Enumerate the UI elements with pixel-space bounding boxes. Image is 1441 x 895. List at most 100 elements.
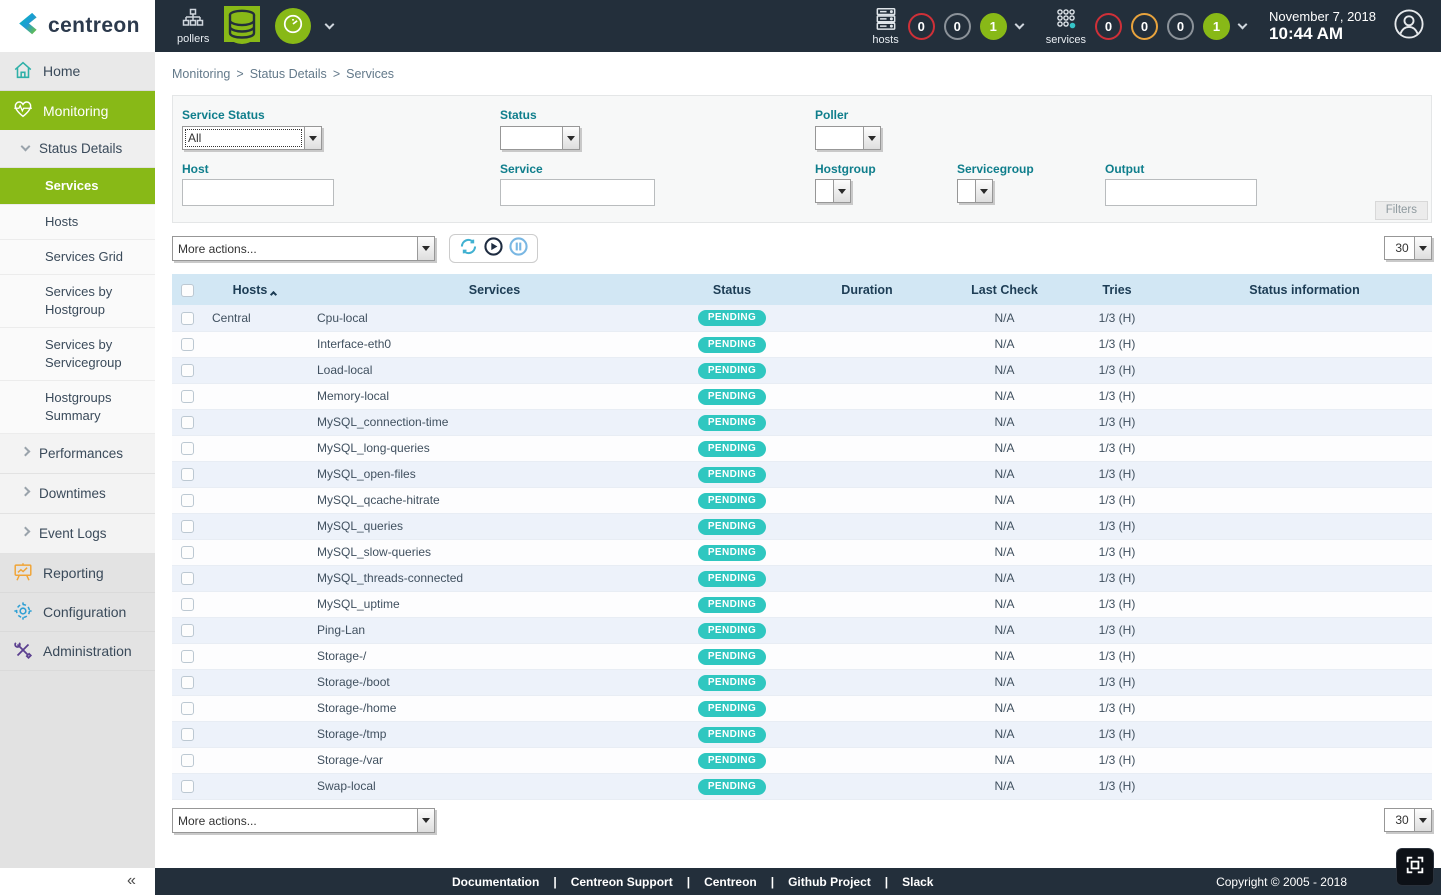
service-name-cell[interactable]: Memory-local: [307, 383, 682, 409]
header-hosts[interactable]: Hosts: [202, 274, 307, 305]
sidebar-item-reporting[interactable]: Reporting: [0, 554, 155, 593]
footer-link[interactable]: Slack: [902, 875, 933, 889]
breadcrumb-item[interactable]: Services: [346, 67, 394, 81]
service-name-cell[interactable]: Cpu-local: [307, 305, 682, 331]
row-checkbox[interactable]: [181, 520, 194, 533]
row-checkbox[interactable]: [181, 676, 194, 689]
row-checkbox[interactable]: [181, 702, 194, 715]
host-name-cell[interactable]: [202, 357, 307, 383]
sidebar-item-monitoring[interactable]: Monitoring: [0, 91, 155, 130]
service-name-cell[interactable]: Ping-Lan: [307, 617, 682, 643]
service-name-cell[interactable]: MySQL_long-queries: [307, 435, 682, 461]
footer-link[interactable]: Centreon: [704, 875, 757, 889]
row-checkbox[interactable]: [181, 494, 194, 507]
service-name-cell[interactable]: Storage-/var: [307, 747, 682, 773]
header-status[interactable]: Status: [682, 274, 782, 305]
services-counter-green[interactable]: 1: [1203, 13, 1230, 40]
sidebar-item-hosts[interactable]: Hosts: [0, 205, 155, 240]
row-checkbox[interactable]: [181, 780, 194, 793]
service-input[interactable]: [500, 179, 655, 206]
row-checkbox[interactable]: [181, 416, 194, 429]
service-name-cell[interactable]: MySQL_uptime: [307, 591, 682, 617]
sidebar-item-services-by-servicegroup[interactable]: Services by Servicegroup: [0, 328, 155, 381]
services-counter-red[interactable]: 0: [1095, 13, 1122, 40]
service-name-cell[interactable]: Interface-eth0: [307, 331, 682, 357]
row-checkbox[interactable]: [181, 598, 194, 611]
services-counter-orange[interactable]: 0: [1131, 13, 1158, 40]
host-name-cell[interactable]: [202, 435, 307, 461]
page-size-select-bottom[interactable]: 30: [1384, 808, 1432, 832]
sidebar-item-performances[interactable]: Performances: [0, 434, 155, 474]
breadcrumb-item[interactable]: Status Details: [250, 67, 327, 81]
centreon-logo[interactable]: centreon: [0, 0, 155, 52]
breadcrumb-item[interactable]: Monitoring: [172, 67, 230, 81]
pause-icon[interactable]: [508, 236, 529, 262]
row-checkbox[interactable]: [181, 390, 194, 403]
header-duration[interactable]: Duration: [782, 274, 952, 305]
user-avatar[interactable]: [1393, 8, 1425, 45]
poller-gauge-button[interactable]: [275, 8, 311, 44]
host-name-cell[interactable]: [202, 539, 307, 565]
footer-link[interactable]: Github Project: [788, 875, 871, 889]
row-checkbox[interactable]: [181, 728, 194, 741]
service-name-cell[interactable]: Swap-local: [307, 773, 682, 799]
service-name-cell[interactable]: MySQL_connection-time: [307, 409, 682, 435]
host-name-cell[interactable]: [202, 565, 307, 591]
header-status-information[interactable]: Status information: [1177, 274, 1432, 305]
service-name-cell[interactable]: Storage-/home: [307, 695, 682, 721]
services-menu[interactable]: services: [1046, 7, 1086, 46]
servicegroup-select[interactable]: [957, 179, 993, 203]
sidebar-item-status-details[interactable]: Status Details: [0, 130, 155, 168]
sidebar-item-event-logs[interactable]: Event Logs: [0, 514, 155, 554]
row-checkbox[interactable]: [181, 624, 194, 637]
header-services[interactable]: Services: [307, 274, 682, 305]
pollers-menu[interactable]: pollers: [177, 8, 209, 45]
service-name-cell[interactable]: Storage-/boot: [307, 669, 682, 695]
more-actions-select-bottom[interactable]: More actions...: [172, 808, 435, 833]
sidebar-item-home[interactable]: Home: [0, 52, 155, 91]
row-checkbox[interactable]: [181, 312, 194, 325]
host-name-cell[interactable]: [202, 695, 307, 721]
row-checkbox[interactable]: [181, 468, 194, 481]
service-name-cell[interactable]: Load-local: [307, 357, 682, 383]
row-checkbox[interactable]: [181, 572, 194, 585]
hostgroup-select[interactable]: [815, 179, 851, 203]
row-checkbox[interactable]: [181, 364, 194, 377]
row-checkbox[interactable]: [181, 442, 194, 455]
page-size-select[interactable]: 30: [1384, 236, 1432, 260]
pollers-chevron-down-icon[interactable]: [325, 19, 335, 29]
host-name-cell[interactable]: [202, 643, 307, 669]
refresh-icon[interactable]: [458, 236, 479, 262]
sidebar-item-services[interactable]: Services: [0, 168, 155, 205]
hosts-menu[interactable]: hosts: [872, 7, 898, 46]
host-name-cell[interactable]: [202, 383, 307, 409]
service-name-cell[interactable]: MySQL_queries: [307, 513, 682, 539]
host-name-cell[interactable]: [202, 461, 307, 487]
output-input[interactable]: [1105, 179, 1257, 206]
sidebar-item-configuration[interactable]: Configuration: [0, 593, 155, 632]
service-name-cell[interactable]: Storage-/tmp: [307, 721, 682, 747]
host-name-cell[interactable]: [202, 331, 307, 357]
host-name-cell[interactable]: [202, 669, 307, 695]
select-all-checkbox[interactable]: [181, 284, 194, 297]
sidebar-item-services-grid[interactable]: Services Grid: [0, 240, 155, 275]
host-name-cell[interactable]: [202, 721, 307, 747]
hosts-counter-gray[interactable]: 0: [944, 13, 971, 40]
sidebar-item-hostgroups-summary[interactable]: Hostgroups Summary: [0, 381, 155, 434]
status-select[interactable]: [500, 126, 580, 150]
play-icon[interactable]: [483, 236, 504, 262]
sidebar-item-services-by-hostgroup[interactable]: Services by Hostgroup: [0, 275, 155, 328]
row-checkbox[interactable]: [181, 338, 194, 351]
service-status-select[interactable]: All: [182, 126, 322, 150]
filters-button[interactable]: Filters: [1375, 201, 1428, 220]
hosts-counter-green[interactable]: 1: [980, 13, 1007, 40]
service-name-cell[interactable]: MySQL_slow-queries: [307, 539, 682, 565]
host-name-cell[interactable]: Central: [202, 305, 307, 331]
host-name-cell[interactable]: [202, 591, 307, 617]
hosts-chevron-down-icon[interactable]: [1014, 19, 1024, 29]
host-name-cell[interactable]: [202, 409, 307, 435]
row-checkbox[interactable]: [181, 650, 194, 663]
database-status-button[interactable]: [224, 8, 260, 44]
header-last-check[interactable]: Last Check: [952, 274, 1057, 305]
host-name-cell[interactable]: [202, 487, 307, 513]
